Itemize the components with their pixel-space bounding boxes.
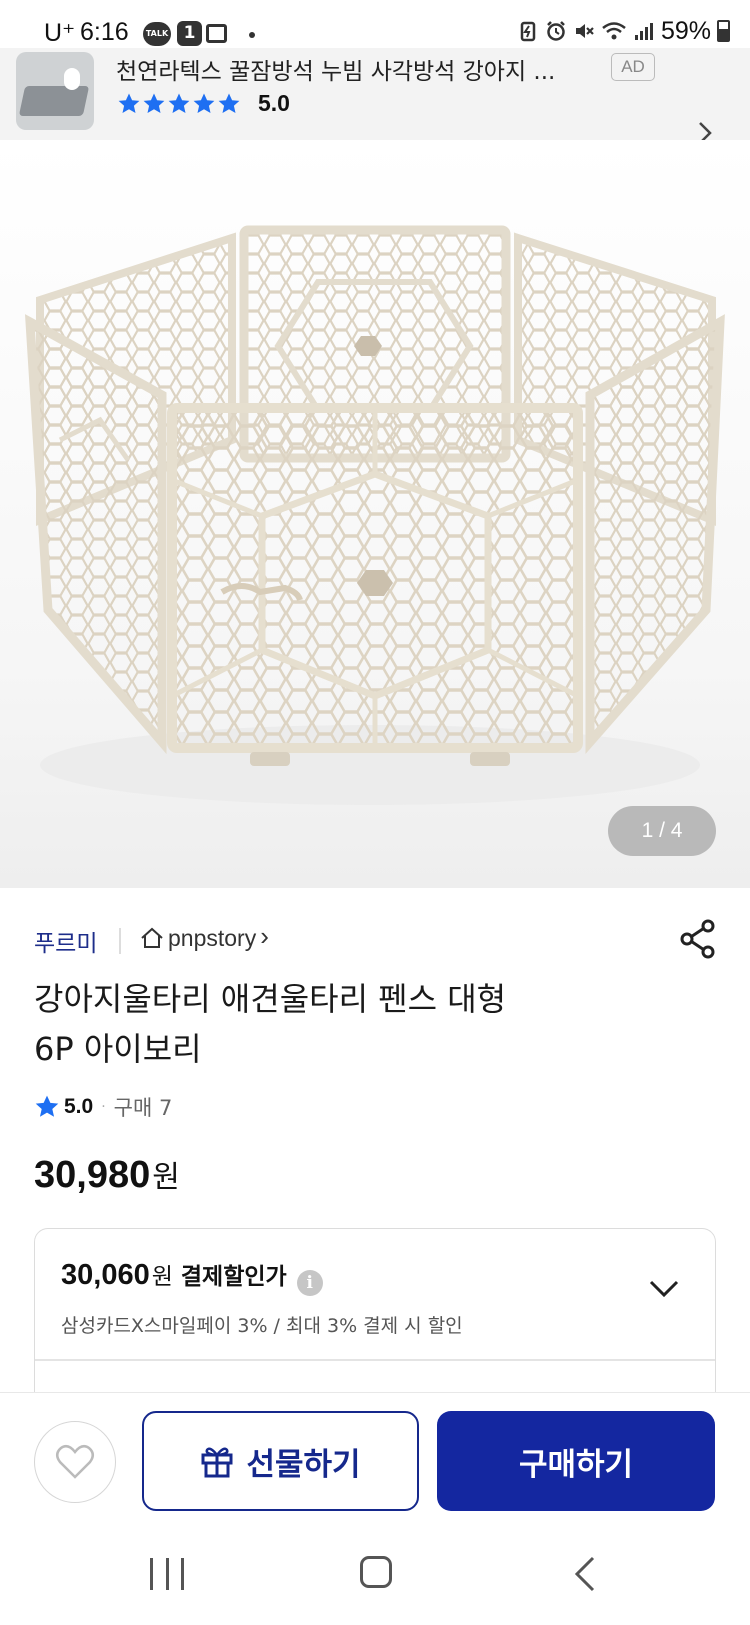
rating-row[interactable]: 5.0 · 구매 7: [34, 1090, 172, 1124]
product-title: 강아지울타리 애견울타리 펜스 대형 6P 아이보리: [34, 974, 674, 1074]
purchase-count: 구매 7: [113, 1096, 173, 1120]
system-nav-bar: [0, 1522, 750, 1625]
home-store-icon: [141, 927, 163, 948]
back-icon[interactable]: [574, 1556, 596, 1592]
price-value: 30,980: [34, 1154, 151, 1196]
ad-star-rating: [117, 92, 241, 116]
buy-button[interactable]: 구매하기: [437, 1411, 715, 1511]
star-icon: [35, 1095, 59, 1117]
clock: 6:16: [80, 18, 129, 46]
separator-dot: ·: [101, 1099, 106, 1115]
more-notifications-dot: [249, 32, 255, 38]
recents-button[interactable]: [150, 1558, 184, 1590]
star-icon: [193, 93, 215, 113]
ad-badge: AD: [611, 53, 655, 81]
battery-icon: [717, 20, 730, 42]
battery-saver-icon: [520, 21, 536, 42]
star-icon: [118, 93, 140, 113]
brand-link[interactable]: 푸르미: [34, 924, 97, 958]
ad-rating-value: 5.0: [258, 90, 290, 116]
star-icon: [168, 93, 190, 113]
ad-banner[interactable]: 천연라텍스 꿀잠방석 누빔 사각방석 강아지 ... AD 5.0: [0, 48, 750, 144]
share-icon[interactable]: [678, 918, 718, 960]
gift-button-label: 선물하기: [246, 1446, 361, 1483]
battery-percent: 59%: [660, 16, 711, 45]
store-name: pnpstory: [168, 924, 257, 951]
discount-description: 삼성카드X스마일페이 3% / 최대 3% 결제 시 할인: [61, 1315, 463, 1337]
home-button[interactable]: [360, 1556, 392, 1588]
price: 30,980 원: [34, 1152, 180, 1198]
mute-icon: [575, 24, 594, 38]
buy-button-label: 구매하기: [518, 1446, 634, 1483]
product-title-line2: 6P 아이보리: [34, 1030, 202, 1068]
product-image-carousel[interactable]: 1 / 4: [0, 140, 750, 888]
chevron-down-icon[interactable]: [649, 1279, 679, 1299]
discount-price-row: 30,060 원 결제할인가 i: [61, 1257, 323, 1296]
star-icon: [143, 93, 165, 113]
app-screen: U⁺ 6:16 TALK 1 59% 천연라텍스 꿀잠방석 누빔 사각방석 강아…: [0, 0, 750, 1625]
rating-value: 5.0: [64, 1095, 94, 1118]
bottom-action-bar: 선물하기 구매하기: [0, 1392, 750, 1522]
product-photo-playpen: [24, 225, 725, 805]
discount-label: 결제할인가: [180, 1264, 287, 1290]
discount-price: 30,060: [61, 1259, 150, 1291]
ad-title: 천연라텍스 꿀잠방석 누빔 사각방석 강아지 ...: [116, 59, 556, 85]
info-icon[interactable]: i: [296, 1270, 323, 1296]
chevron-right-icon: ›: [260, 920, 269, 951]
image-counter: 1 / 4: [608, 806, 716, 856]
price-unit: 원: [152, 1160, 180, 1195]
gift-button[interactable]: 선물하기: [142, 1411, 419, 1511]
discount-price-unit: 원: [151, 1264, 173, 1290]
signal-icon: [634, 23, 653, 40]
gallery-icon: [206, 24, 227, 43]
wishlist-button[interactable]: [34, 1421, 116, 1503]
status-icons: 59%: [517, 16, 730, 46]
alarm-icon: [547, 21, 565, 41]
store-link[interactable]: pnpstory ›: [140, 920, 269, 954]
notification-count-icon: 1: [177, 21, 202, 46]
carrier-label: U⁺: [44, 19, 76, 47]
kakaotalk-icon: TALK: [143, 22, 171, 46]
heart-icon: [56, 1444, 94, 1479]
divider: [35, 1359, 715, 1361]
ad-thumbnail: [16, 52, 94, 130]
product-title-line1: 강아지울타리 애견울타리 펜스 대형: [34, 980, 507, 1018]
star-icon: [218, 93, 240, 113]
divider: [119, 928, 121, 954]
wifi-icon: [602, 22, 626, 40]
gift-icon: [201, 1447, 233, 1478]
